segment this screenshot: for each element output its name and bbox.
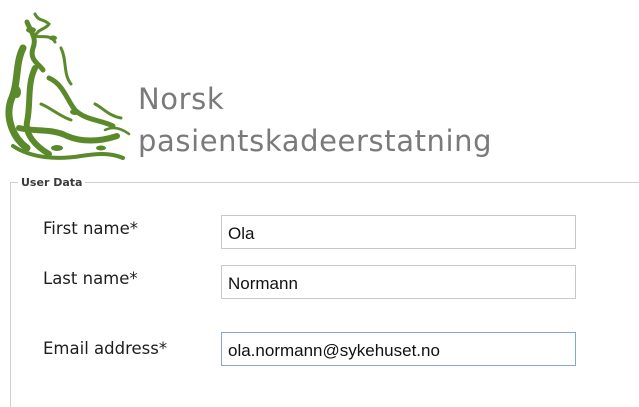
email-address-input[interactable]	[221, 332, 576, 366]
seaweed-logo-icon	[5, 12, 131, 160]
first-name-label: First name*	[43, 219, 139, 238]
fieldset-legend: User Data	[18, 176, 86, 189]
last-name-label: Last name*	[43, 269, 138, 288]
logo-text-line1: Norsk	[138, 82, 225, 116]
company-logo: Norsk pasientskadeerstatning	[0, 0, 560, 175]
page: Norsk pasientskadeerstatning User Data F…	[0, 0, 639, 407]
logo-text-line2: pasientskadeerstatning	[138, 124, 493, 158]
email-address-label: Email address*	[43, 339, 168, 358]
first-name-input[interactable]	[221, 215, 576, 249]
last-name-input[interactable]	[221, 265, 576, 299]
